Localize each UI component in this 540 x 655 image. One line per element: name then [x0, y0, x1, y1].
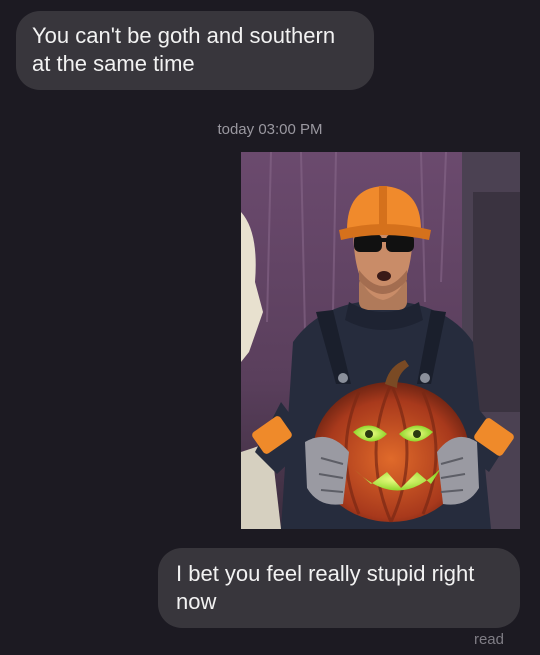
- outgoing-message-text: I bet you feel really stupid right now: [176, 561, 475, 614]
- read-receipt: read: [473, 631, 504, 648]
- message-timestamp: today 03:00 PM: [217, 121, 323, 138]
- incoming-message-bubble[interactable]: You can't be goth and southern at the sa…: [16, 11, 374, 90]
- outgoing-message-bubble[interactable]: I bet you feel really stupid right now: [158, 548, 520, 628]
- illustration-image: [241, 152, 520, 529]
- image-attachment[interactable]: [241, 152, 520, 529]
- incoming-message-text: You can't be goth and southern at the sa…: [32, 23, 336, 76]
